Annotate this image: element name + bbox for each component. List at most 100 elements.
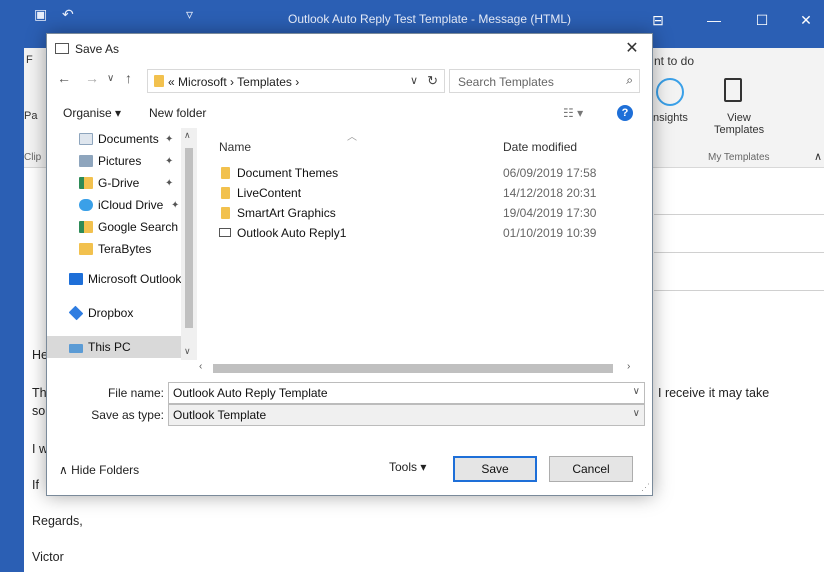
scroll-right-icon[interactable]: › — [627, 361, 630, 372]
window-title: Outlook Auto Reply Test Template - Messa… — [288, 12, 572, 26]
customize-chevron-icon[interactable]: ▿ — [186, 6, 193, 23]
save-type-row: Save as type: Outlook Template ∨ — [47, 404, 652, 426]
pin-icon[interactable]: ✦ — [165, 178, 173, 189]
folder-icon — [221, 187, 230, 199]
file-list[interactable]: ︿ Name Date modified Document Themes 06/… — [197, 128, 654, 360]
maximize-button[interactable]: ☐ — [742, 6, 782, 34]
minimize-button[interactable]: — — [694, 6, 734, 34]
column-header-name[interactable]: Name — [219, 140, 251, 154]
file-row[interactable]: Outlook Auto Reply1 01/10/2019 10:39 — [197, 224, 637, 244]
pc-icon — [69, 344, 83, 353]
collapse-ribbon-icon[interactable]: ∧ — [814, 150, 822, 163]
file-row[interactable]: Document Themes 06/09/2019 17:58 — [197, 164, 637, 184]
recent-locations-chevron-icon[interactable]: ∨ — [107, 73, 114, 84]
back-arrow-icon[interactable]: ← — [57, 70, 71, 86]
save-button[interactable]: Save — [453, 456, 537, 482]
tools-label[interactable]: Tools — [389, 460, 417, 474]
search-input[interactable]: Search Templates ⌕ — [449, 69, 640, 93]
ribbon-tab-file[interactable]: F — [26, 54, 33, 66]
scroll-left-icon[interactable]: ‹ — [199, 361, 202, 372]
file-date: 06/09/2019 17:58 — [503, 166, 597, 180]
file-row[interactable]: SmartArt Graphics 19/04/2019 17:30 — [197, 204, 637, 224]
chevron-down-icon[interactable]: ∨ — [633, 408, 640, 419]
address-dropdown-icon[interactable]: ∨ — [410, 74, 418, 87]
close-button[interactable]: ✕ — [786, 6, 824, 34]
help-icon[interactable]: ? — [617, 105, 633, 121]
address-bar[interactable]: « Microsoft › Templates › ∨ ↻ — [147, 69, 445, 93]
forward-arrow-icon[interactable]: → — [85, 70, 99, 86]
paste-button[interactable]: Pa — [24, 110, 37, 122]
file-name: SmartArt Graphics — [237, 206, 336, 220]
hide-folders-button[interactable]: ∧ Hide Folders — [59, 463, 139, 477]
save-type-select[interactable]: Outlook Template ∨ — [168, 404, 645, 426]
dialog-titlebar[interactable]: Save As ✕ — [47, 34, 652, 64]
chevron-down-icon[interactable]: ∨ — [633, 386, 640, 397]
nav-item-label: Dropbox — [88, 306, 134, 320]
breadcrumb-microsoft[interactable]: Microsoft — [178, 75, 227, 89]
nav-item-dropbox[interactable]: Dropbox — [68, 305, 134, 328]
save-type-label: Save as type: — [91, 408, 164, 422]
organise-menu[interactable]: Organise ▾ — [63, 106, 121, 120]
signature-line: Victor — [32, 550, 64, 564]
body-text-fragment: I receive it may take — [658, 386, 770, 400]
search-icon[interactable]: ⌕ — [626, 73, 633, 88]
file-list-horizontal-scrollbar[interactable]: ‹ › — [197, 360, 637, 376]
field-separator — [654, 290, 824, 291]
nav-item-pictures[interactable]: Pictures — [79, 154, 141, 176]
refresh-icon[interactable]: ↻ — [427, 73, 438, 89]
pin-icon[interactable]: ✦ — [165, 134, 173, 145]
body-text-fragment: If — [32, 478, 39, 492]
save-type-value[interactable]: Outlook Template — [173, 408, 266, 422]
save-icon[interactable]: ▣ — [34, 6, 47, 23]
nav-item-g-drive[interactable]: G-Drive — [79, 176, 139, 198]
drive-folder-icon — [79, 221, 93, 233]
dropbox-icon — [68, 305, 84, 321]
file-name-value[interactable]: Outlook Auto Reply Template — [173, 386, 328, 400]
nav-item-this-pc[interactable]: This PC — [69, 340, 131, 360]
navigation-pane[interactable]: Documents ✦ Pictures ✦ G-Drive ✦ iCloud … — [47, 128, 197, 360]
nav-item-microsoft-outlook[interactable]: Microsoft Outlook — [69, 272, 181, 294]
breadcrumb-templates[interactable]: Templates — [237, 75, 292, 89]
address-overflow[interactable]: « — [168, 75, 175, 89]
view-templates-icon[interactable] — [724, 78, 742, 102]
dialog-footer: ∧ Hide Folders Tools ▾ Save Cancel ⋰ — [47, 448, 652, 496]
documents-icon — [79, 133, 93, 145]
up-arrow-icon[interactable]: ↑ — [125, 70, 132, 86]
nav-item-documents[interactable]: Documents — [79, 132, 159, 154]
pin-icon[interactable]: ✦ — [165, 156, 173, 167]
nav-item-terabytes[interactable]: TeraBytes — [79, 242, 151, 264]
scrollbar-thumb[interactable] — [213, 364, 613, 373]
hide-folders-label[interactable]: Hide Folders — [71, 463, 139, 477]
nav-item-label: Documents — [98, 132, 159, 146]
nav-item-icloud-drive[interactable]: iCloud Drive — [79, 198, 163, 220]
pin-icon[interactable]: ✦ — [171, 200, 179, 211]
undo-icon[interactable]: ↶ — [62, 6, 74, 23]
view-options-icon[interactable]: ☷ ▾ — [563, 106, 583, 120]
tell-me-input[interactable]: nt to do — [654, 54, 694, 68]
organise-label[interactable]: Organise — [63, 106, 112, 120]
view-templates-button[interactable]: View Templates — [714, 112, 764, 136]
cancel-button[interactable]: Cancel — [549, 456, 633, 482]
new-folder-button[interactable]: New folder — [149, 106, 206, 120]
file-name-field[interactable]: Outlook Auto Reply Template ∨ — [168, 382, 645, 404]
nav-pane-scrollbar[interactable]: ∧ ∨ — [181, 128, 197, 360]
field-separator — [654, 214, 824, 215]
resize-grip-icon[interactable]: ⋰ — [641, 482, 650, 493]
address-path[interactable]: « Microsoft › Templates › — [168, 75, 299, 89]
column-header-date[interactable]: Date modified — [503, 140, 577, 154]
ribbon-display-icon[interactable]: ⊟ — [638, 6, 678, 34]
nav-item-google-search[interactable]: Google Search C — [79, 220, 190, 242]
my-templates-group-label: My Templates — [708, 152, 770, 163]
scrollbar-thumb[interactable] — [185, 148, 193, 328]
insights-icon[interactable] — [656, 78, 684, 106]
dialog-close-button[interactable]: ✕ — [618, 36, 646, 62]
folder-icon — [221, 207, 230, 219]
mail-template-icon — [219, 228, 231, 237]
navigation-row: ← → ∨ ↑ « Microsoft › Templates › ∨ ↻ Se… — [47, 64, 652, 98]
file-row[interactable]: LiveContent 14/12/2018 20:31 — [197, 184, 637, 204]
folder-icon — [221, 167, 230, 179]
scroll-down-icon[interactable]: ∨ — [184, 346, 191, 357]
insights-label[interactable]: Insights — [650, 112, 688, 124]
tools-menu[interactable]: Tools ▾ — [389, 460, 426, 474]
scroll-up-icon[interactable]: ∧ — [184, 130, 191, 141]
